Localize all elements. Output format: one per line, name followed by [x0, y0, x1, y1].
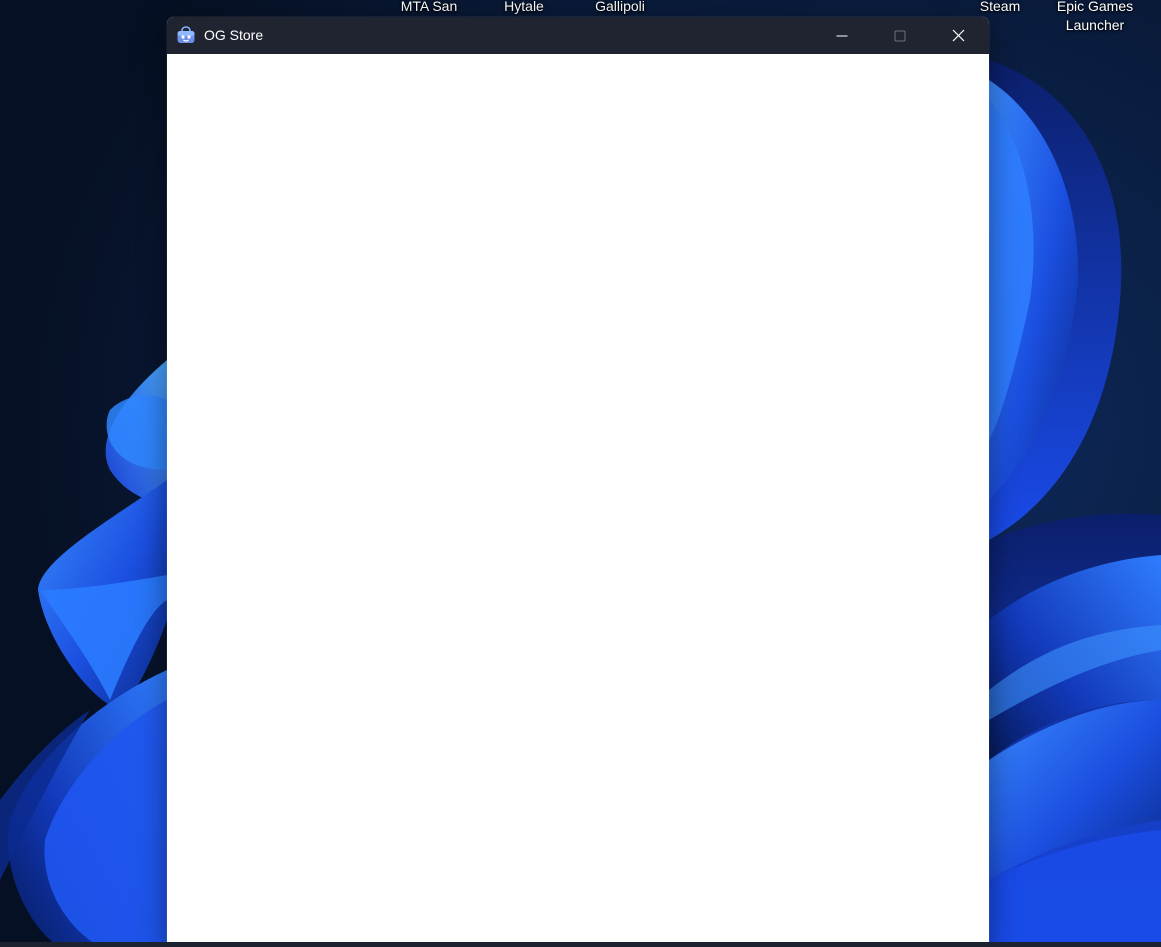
desktop-icon-gallipoli[interactable]: Gallipoli [584, 0, 656, 16]
desktop-icon-label: Epic Games Launcher [1056, 0, 1134, 33]
desktop-icon-steam[interactable]: Steam [972, 0, 1028, 16]
close-icon [952, 29, 964, 42]
minimize-icon [836, 35, 848, 36]
desktop-icon-label: Gallipoli [595, 0, 645, 14]
window-title: OG Store [204, 27, 264, 43]
desktop-icon-label: MTA San [400, 0, 458, 14]
desktop: MTA San Hytale Gallipoli Steam Epic Game… [0, 0, 1161, 947]
title-bar[interactable]: OG Store [167, 17, 989, 54]
maximize-icon [894, 30, 906, 41]
desktop-icon-mta-san[interactable]: MTA San [394, 0, 464, 16]
desktop-icon-label: Steam [979, 0, 1021, 14]
app-window: OG Store [167, 17, 989, 947]
close-button[interactable] [929, 17, 987, 54]
desktop-icon-epic-games-launcher[interactable]: Epic Games Launcher [1046, 0, 1144, 35]
app-content-area[interactable] [167, 54, 989, 947]
store-bag-icon [176, 26, 196, 44]
minimize-button[interactable] [813, 17, 871, 54]
desktop-icon-hytale[interactable]: Hytale [494, 0, 554, 16]
maximize-button[interactable] [871, 17, 929, 54]
desktop-icon-label: Hytale [504, 0, 544, 14]
taskbar-edge [0, 942, 1161, 947]
